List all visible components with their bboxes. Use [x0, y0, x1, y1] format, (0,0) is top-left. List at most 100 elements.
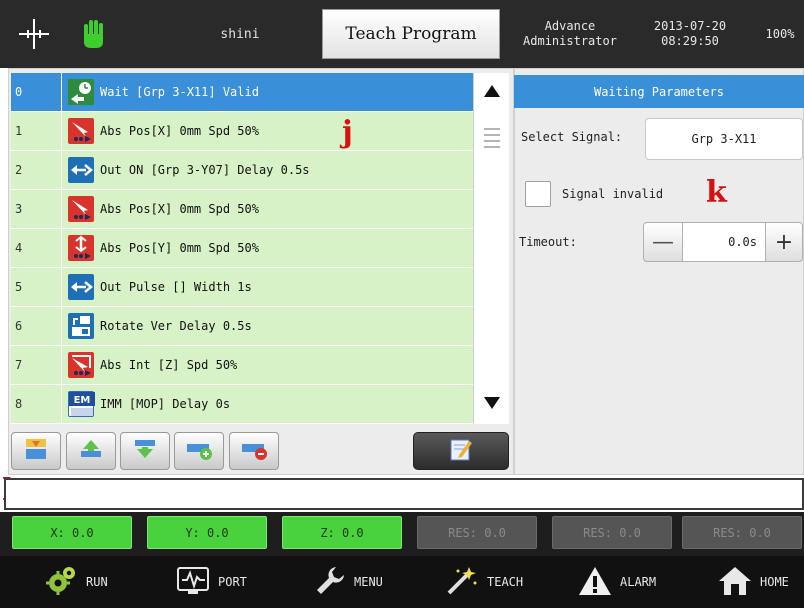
program-row[interactable]: 7 Abs Int [Z] Spd 50%: [11, 346, 473, 385]
program-row[interactable]: 8 EM IMM [MOP] Delay 0s: [11, 385, 473, 424]
hand-icon[interactable]: [72, 0, 116, 68]
rotate-icon: [68, 313, 94, 339]
row-number: 5: [11, 268, 62, 306]
move-down-button[interactable]: [120, 432, 170, 470]
annotation-label: j: [342, 115, 353, 150]
nav-run[interactable]: RUN: [44, 556, 108, 608]
bottom-navigation: [0, 556, 804, 608]
gears-icon: [44, 565, 78, 600]
row-number: 6: [11, 307, 62, 345]
monitor-icon: [176, 566, 210, 599]
svg-text:EM: EM: [74, 395, 91, 406]
warning-icon: [578, 566, 612, 599]
row-number: 7: [11, 346, 62, 384]
nav-alarm[interactable]: ALARM: [578, 556, 656, 608]
datetime: 2013-07-20 08:29:50: [636, 0, 744, 68]
role-line-2: Administrator: [523, 34, 617, 48]
timeout-input[interactable]: 0.0s: [683, 222, 765, 262]
nav-menu-label: MENU: [354, 575, 383, 589]
axis-res-readout: RES: 0.0: [552, 516, 672, 549]
row-text: Out ON [Grp 3-Y07] Delay 0.5s: [100, 163, 310, 177]
imm-icon: EM: [68, 391, 95, 417]
nav-port[interactable]: PORT: [176, 556, 247, 608]
crosshair-icon[interactable]: [14, 0, 54, 68]
program-row[interactable]: 2 Out ON [Grp 3-Y07] Delay 0.5s: [11, 151, 473, 190]
move-up-icon: [77, 437, 105, 465]
nav-home-label: HOME: [760, 575, 789, 589]
insert-button[interactable]: [11, 432, 61, 470]
scroll-thumb[interactable]: [482, 125, 502, 151]
program-row[interactable]: 0 Wait [Grp 3-X11] Valid: [11, 73, 473, 112]
row-text: Rotate Ver Delay 0.5s: [100, 319, 252, 333]
program-row[interactable]: 1 Abs Pos[X] 0mm Spd 50%: [11, 112, 473, 151]
delete-icon: [239, 436, 269, 466]
home-icon: [718, 565, 752, 600]
user-name: shini: [220, 26, 260, 42]
axis-x-readout: X: 0.0: [12, 516, 132, 549]
nav-teach[interactable]: TEACH: [445, 556, 523, 608]
role-line-1: Advance: [544, 19, 596, 33]
row-text: Abs Pos[X] 0mm Spd 50%: [100, 124, 259, 138]
user-role: Advance Administrator: [512, 0, 628, 68]
delete-row-button[interactable]: [229, 432, 279, 470]
row-number: 3: [11, 190, 62, 228]
insert-icon: [22, 435, 50, 467]
abs-pos-icon: [68, 118, 94, 144]
row-text: Abs Int [Z] Spd 50%: [100, 358, 238, 372]
move-down-icon: [131, 437, 159, 465]
program-row[interactable]: 3 Abs Pos[X] 0mm Spd 50%: [11, 190, 473, 229]
date-text: 2013-07-20: [653, 19, 727, 33]
nav-alarm-label: ALARM: [620, 575, 657, 589]
row-text: Abs Pos[X] 0mm Spd 50%: [100, 202, 259, 216]
page-title: Teach Program: [322, 9, 500, 59]
speed-percent: 100%: [765, 27, 795, 41]
move-up-button[interactable]: [66, 432, 116, 470]
time-text: 08:29:50: [661, 34, 719, 48]
axis-z-readout: Z: 0.0: [282, 516, 402, 549]
abs-pos-icon: [68, 196, 94, 222]
row-number: 4: [11, 229, 62, 267]
parameters-header: Waiting Parameters: [514, 75, 804, 108]
axis-res-readout: RES: 0.0: [417, 516, 537, 549]
message-bar: [4, 478, 804, 510]
program-row[interactable]: 4 Abs Pos[Y] 0mm Spd 50%: [11, 229, 473, 268]
top-bar: shini Teach Program Advance Administrato…: [0, 0, 804, 68]
program-list: 0 Wait [Grp 3-X11] Valid 1 Abs Pos[X] 0m…: [11, 73, 473, 424]
row-number: 1: [11, 112, 62, 150]
nav-menu[interactable]: MENU: [314, 556, 383, 608]
wrench-icon: [314, 565, 346, 600]
program-row[interactable]: 5 Out Pulse [] Width 1s: [11, 268, 473, 307]
nav-run-label: RUN: [86, 575, 108, 589]
axis-res-readout: RES: 0.0: [682, 516, 802, 549]
select-signal-label: Select Signal:: [521, 130, 623, 144]
add-row-button[interactable]: [174, 432, 224, 470]
output-icon: [68, 157, 94, 183]
row-number: 8: [11, 385, 62, 423]
edit-icon: [447, 435, 475, 467]
timeout-decrement-button[interactable]: —: [643, 222, 683, 262]
timeout-label: Timeout:: [519, 235, 577, 249]
axis-y-readout: Y: 0.0: [147, 516, 267, 549]
add-icon: [184, 436, 214, 466]
row-text: Abs Pos[Y] 0mm Spd 50%: [100, 241, 259, 255]
abs-int-icon: [68, 352, 94, 378]
abs-pos-y-icon: [68, 235, 94, 261]
signal-invalid-label: Signal invalid: [562, 187, 664, 201]
signal-select[interactable]: Grp 3-X11: [645, 118, 803, 160]
timeout-increment-button[interactable]: +: [765, 222, 803, 262]
output-icon: [68, 274, 94, 300]
program-row[interactable]: 6 Rotate Ver Delay 0.5s: [11, 307, 473, 346]
signal-invalid-checkbox[interactable]: [525, 181, 551, 207]
annotation-label: k: [706, 175, 727, 210]
program-scrollbar[interactable]: [473, 73, 509, 424]
wait-icon: [68, 79, 94, 105]
row-number: 0: [11, 73, 62, 111]
scroll-down-button[interactable]: [474, 383, 510, 423]
magic-wand-icon: [445, 565, 479, 600]
nav-teach-label: TEACH: [487, 575, 524, 589]
nav-home[interactable]: HOME: [718, 556, 789, 608]
edit-button[interactable]: [413, 432, 509, 470]
scroll-up-button[interactable]: [474, 73, 510, 109]
nav-port-label: PORT: [218, 575, 247, 589]
row-text: Wait [Grp 3-X11] Valid: [100, 85, 259, 99]
